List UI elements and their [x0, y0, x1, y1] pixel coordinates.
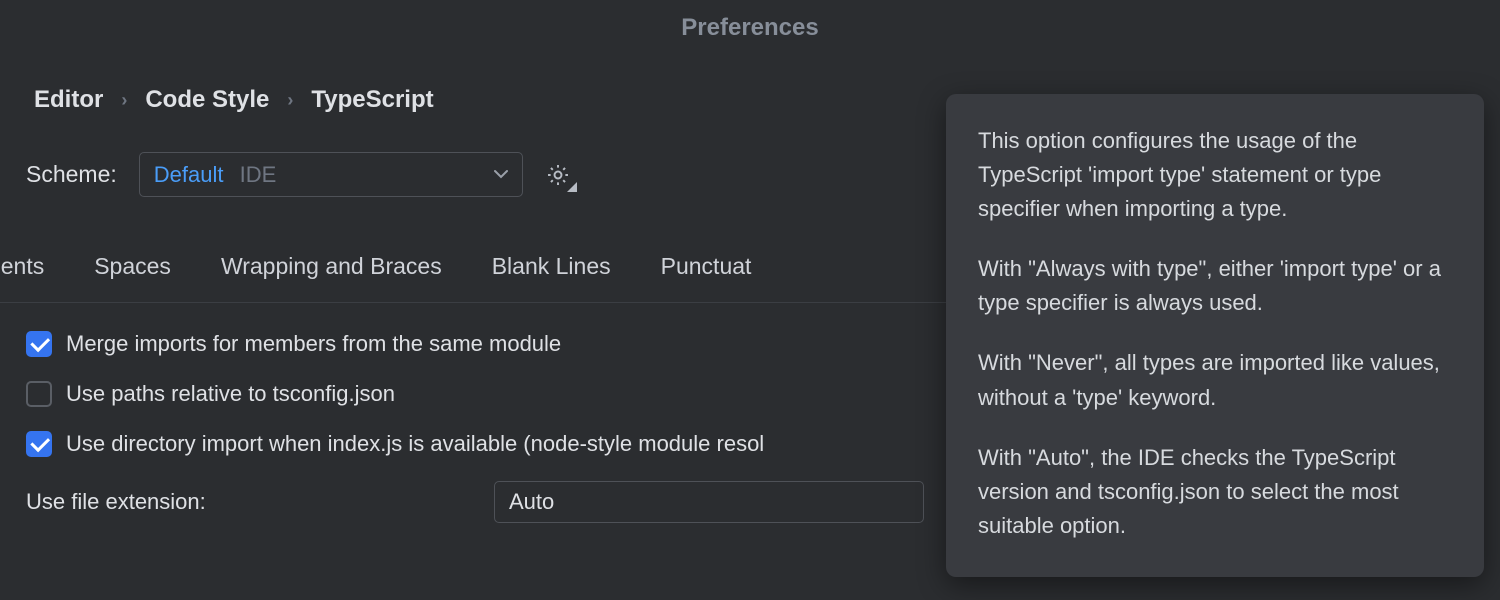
chevron-down-icon	[494, 166, 508, 183]
option-label: Use paths relative to tsconfig.json	[66, 381, 395, 407]
crumb-editor[interactable]: Editor	[34, 86, 103, 114]
select-value: Auto	[509, 489, 554, 515]
option-label: Merge imports for members from the same …	[66, 331, 561, 357]
dropdown-indicator-icon	[567, 182, 577, 192]
file-extension-select[interactable]: Auto	[494, 481, 924, 523]
tooltip-paragraph: With "Auto", the IDE checks the TypeScri…	[978, 441, 1452, 543]
tab-punctuation[interactable]: Punctuat	[661, 253, 752, 280]
option-label: Use file extension:	[26, 489, 480, 515]
scheme-suffix: IDE	[240, 162, 277, 187]
checkbox-icon[interactable]	[26, 381, 52, 407]
tooltip-paragraph: This option configures the usage of the …	[978, 124, 1452, 226]
help-tooltip: This option configures the usage of the …	[946, 94, 1484, 577]
tab-wrapping-and-braces[interactable]: Wrapping and Braces	[221, 253, 442, 280]
tab-spaces[interactable]: Spaces	[94, 253, 171, 280]
option-label: Use directory import when index.js is av…	[66, 431, 764, 457]
tabs: and Indents Spaces Wrapping and Braces B…	[0, 197, 964, 303]
tooltip-paragraph: With "Always with type", either 'import …	[978, 252, 1452, 320]
checkbox-icon[interactable]	[26, 431, 52, 457]
scheme-select[interactable]: Default IDE	[139, 152, 523, 197]
tab-tabs-and-indents[interactable]: and Indents	[0, 253, 44, 280]
window-title: Preferences	[0, 0, 1500, 42]
crumb-typescript[interactable]: TypeScript	[311, 86, 433, 114]
chevron-right-icon: ›	[121, 90, 127, 111]
scheme-name: Default	[154, 162, 224, 187]
tab-blank-lines[interactable]: Blank Lines	[492, 253, 611, 280]
scheme-label: Scheme:	[26, 161, 117, 188]
crumb-code-style[interactable]: Code Style	[145, 86, 269, 114]
scheme-actions-button[interactable]	[545, 162, 571, 188]
checkbox-icon[interactable]	[26, 331, 52, 357]
tooltip-paragraph: With "Never", all types are imported lik…	[978, 346, 1452, 414]
chevron-right-icon: ›	[287, 90, 293, 111]
